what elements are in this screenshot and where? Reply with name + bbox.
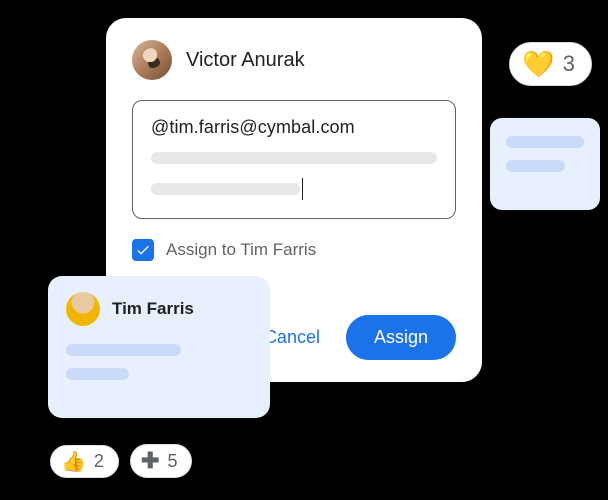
- comment-author-row: Victor Anurak: [132, 40, 456, 80]
- background-comment-card: [490, 118, 600, 210]
- reaction-thumbs-up[interactable]: 👍 2: [50, 445, 119, 478]
- reply-card: Tim Farris: [48, 276, 270, 418]
- placeholder-line: [506, 136, 584, 148]
- thumbs-up-icon: 👍: [61, 452, 86, 472]
- comment-input[interactable]: @tim.farris@cymbal.com: [132, 100, 456, 219]
- placeholder-line: [66, 344, 181, 356]
- reply-avatar: [66, 292, 100, 326]
- reaction-count: 2: [94, 451, 104, 472]
- reaction-add[interactable]: ✚ 5: [130, 444, 192, 478]
- assign-button[interactable]: Assign: [346, 315, 456, 360]
- assign-to-row[interactable]: Assign to Tim Farris: [132, 239, 456, 261]
- heart-icon: 💛: [522, 51, 554, 77]
- reply-author-name: Tim Farris: [112, 299, 194, 319]
- mention-text: @tim.farris@cymbal.com: [151, 117, 437, 138]
- placeholder-line: [151, 152, 437, 164]
- reaction-count: 5: [167, 451, 177, 472]
- plus-icon: ✚: [141, 450, 159, 472]
- check-icon: [135, 242, 151, 258]
- placeholder-line: [66, 368, 129, 380]
- placeholder-line: [151, 183, 300, 195]
- reaction-count: 3: [563, 51, 575, 77]
- text-caret: [302, 178, 304, 200]
- reaction-heart[interactable]: 💛 3: [509, 42, 592, 86]
- assign-checkbox[interactable]: [132, 239, 154, 261]
- author-avatar: [132, 40, 172, 80]
- placeholder-line: [506, 160, 565, 172]
- author-name: Victor Anurak: [186, 49, 305, 72]
- assign-label: Assign to Tim Farris: [166, 240, 316, 260]
